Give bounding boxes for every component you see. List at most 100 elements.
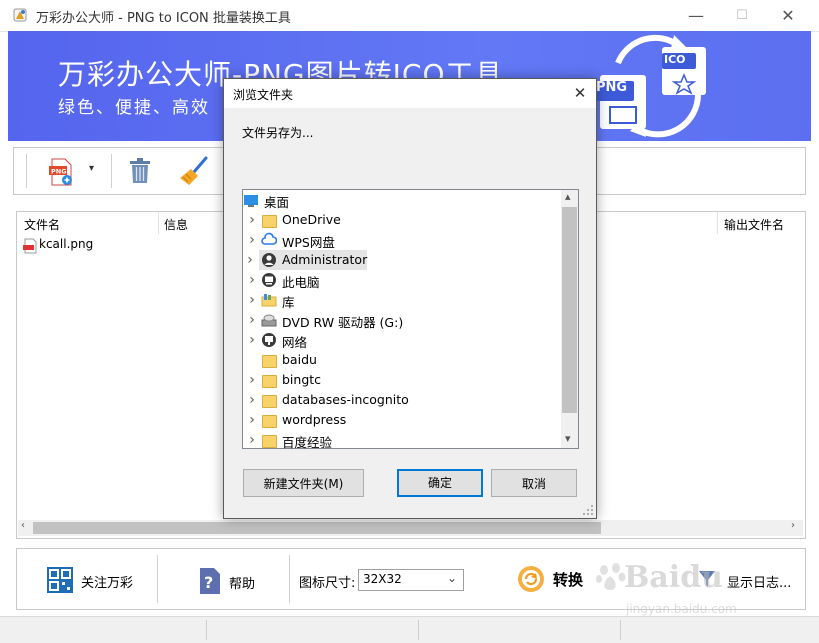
expand-chevron-icon[interactable]: › — [247, 233, 257, 247]
convert-button[interactable]: 转换 — [517, 565, 597, 595]
tree-item[interactable]: baidu — [243, 350, 561, 370]
qr-code-icon — [47, 567, 73, 593]
svg-text:?: ? — [204, 573, 213, 592]
folder-icon — [261, 412, 277, 428]
icon-size-select[interactable]: 32X32 ⌄ — [358, 569, 464, 591]
title-bar: 万彩办公大师 - PNG to ICON 批量装换工具 — ☐ ✕ — [0, 0, 819, 32]
dialog-title-bar[interactable]: 浏览文件夹 ✕ — [224, 79, 596, 108]
tree-item[interactable]: › WPS网盘 — [243, 230, 561, 250]
bottom-divider — [289, 555, 290, 603]
tree-item[interactable]: 桌面 — [243, 190, 561, 210]
tree-item-label: databases-incognito — [282, 392, 409, 407]
expand-chevron-icon[interactable]: › — [247, 413, 257, 427]
horizontal-scrollbar[interactable]: ‹ › — [18, 520, 803, 536]
tree-item[interactable]: › databases-incognito — [243, 390, 561, 410]
dialog-prompt: 文件另存为... — [242, 126, 314, 140]
tree-item-label: WPS网盘 — [282, 235, 335, 250]
expand-chevron-icon[interactable]: › — [247, 333, 257, 347]
file-name-cell: kcall.png — [39, 237, 94, 251]
scroll-down-icon[interactable]: ▾ — [565, 432, 571, 445]
expand-chevron-icon[interactable]: › — [247, 213, 257, 227]
chevron-down-icon: ⌄ — [447, 571, 458, 585]
icon-size-value: 32X32 — [363, 572, 402, 586]
broom-icon[interactable] — [179, 156, 209, 186]
ico-badge: ICO — [664, 53, 686, 66]
tree-item[interactable]: › bingtc — [243, 370, 561, 390]
tree-item[interactable]: › Administrator — [247, 250, 367, 270]
help-button[interactable]: ? 帮助 — [199, 567, 269, 595]
column-header-info[interactable]: 信息 — [164, 216, 188, 233]
watermark-url: jingyan.baidu.com — [626, 602, 737, 616]
resize-grip-icon[interactable] — [582, 504, 594, 516]
status-divider — [418, 620, 419, 640]
minimize-button[interactable]: — — [673, 0, 719, 31]
ok-button[interactable]: 确定 — [397, 469, 483, 497]
maximize-button[interactable]: ☐ — [719, 0, 765, 31]
column-divider — [717, 212, 718, 234]
folder-tree[interactable]: 桌面 › OneDrive › WPS网盘 › Administrator › 此电脑 › 库 › DV… — [242, 189, 579, 450]
user-icon — [261, 252, 277, 268]
scroll-left-icon[interactable]: ‹ — [21, 520, 25, 531]
expand-chevron-icon[interactable]: › — [247, 433, 257, 447]
tree-item[interactable]: › 此电脑 — [243, 270, 561, 290]
banner-subtitle: 绿色、便捷、高效 — [58, 98, 210, 118]
cancel-button[interactable]: 取消 — [491, 469, 577, 497]
watermark-brand: Baidu — [624, 560, 723, 595]
column-header-output[interactable]: 输出文件名 — [724, 216, 784, 233]
network-icon — [261, 332, 277, 348]
tree-item[interactable]: › 库 — [243, 290, 561, 310]
tree-item-label: 库 — [282, 295, 295, 310]
add-png-button[interactable]: PNG ▾ — [46, 156, 102, 186]
folder-icon — [261, 212, 277, 228]
expand-chevron-icon[interactable]: › — [247, 293, 257, 307]
tree-item-label: 桌面 — [264, 195, 290, 210]
tree-item-label: 百度经验 — [282, 435, 333, 450]
scrollbar-thumb[interactable] — [562, 207, 577, 413]
status-divider — [206, 620, 207, 640]
tree-item[interactable]: › 百度经验 — [243, 430, 561, 450]
computer-icon — [261, 272, 277, 288]
png-file-icon — [23, 238, 37, 254]
bottom-divider — [157, 555, 158, 603]
folder-icon — [261, 352, 277, 368]
expand-chevron-icon[interactable]: › — [247, 313, 257, 327]
svg-text:PNG: PNG — [51, 168, 67, 176]
browse-folder-dialog: 浏览文件夹 ✕ 文件另存为... 桌面 › OneDrive › WPS网盘 › Admin… — [223, 78, 597, 519]
desktop-icon — [243, 192, 259, 208]
close-button[interactable]: ✕ — [765, 0, 811, 31]
follow-button[interactable]: 关注万彩 — [47, 567, 137, 593]
tree-item[interactable]: › 网络 — [243, 330, 561, 350]
folder-icon — [261, 392, 277, 408]
tree-item-label: 网络 — [282, 335, 308, 350]
column-header-filename[interactable]: 文件名 — [24, 216, 60, 233]
toolbar-divider — [111, 154, 112, 188]
add-dropdown-icon[interactable]: ▾ — [89, 163, 94, 174]
expand-chevron-icon[interactable]: › — [247, 373, 257, 387]
png-add-icon: PNG — [49, 158, 72, 186]
dialog-close-button[interactable]: ✕ — [564, 79, 596, 108]
new-folder-button[interactable]: 新建文件夹(M) — [243, 469, 364, 497]
dialog-title: 浏览文件夹 — [233, 88, 294, 102]
tree-item-label: wordpress — [282, 412, 347, 427]
icon-size-label: 图标尺寸: — [299, 576, 356, 591]
expand-chevron-icon[interactable]: › — [247, 393, 257, 407]
vertical-scrollbar[interactable]: ▴ ▾ — [561, 190, 578, 448]
expand-chevron-icon[interactable]: › — [245, 253, 255, 267]
folder-icon — [261, 432, 277, 448]
table-row[interactable]: kcall.png — [22, 237, 152, 254]
png-badge: PNG — [596, 80, 628, 95]
tree-item[interactable]: › DVD RW 驱动器 (G:) — [243, 310, 561, 330]
expand-chevron-icon[interactable]: › — [247, 273, 257, 287]
baidu-watermark: Baidu jingyan.baidu.com — [596, 558, 781, 628]
tree-item[interactable]: › wordpress — [243, 410, 561, 430]
scroll-up-icon[interactable]: ▴ — [565, 190, 571, 203]
trash-icon[interactable] — [128, 158, 152, 184]
tree-item[interactable]: › OneDrive — [243, 210, 561, 230]
column-divider — [158, 212, 159, 234]
tree-item-label: OneDrive — [282, 212, 341, 227]
cloud-icon — [261, 232, 278, 248]
convert-label: 转换 — [553, 571, 584, 589]
scroll-right-icon[interactable]: › — [791, 520, 795, 531]
scrollbar-thumb[interactable] — [33, 522, 601, 534]
dvd-drive-icon — [261, 312, 277, 328]
